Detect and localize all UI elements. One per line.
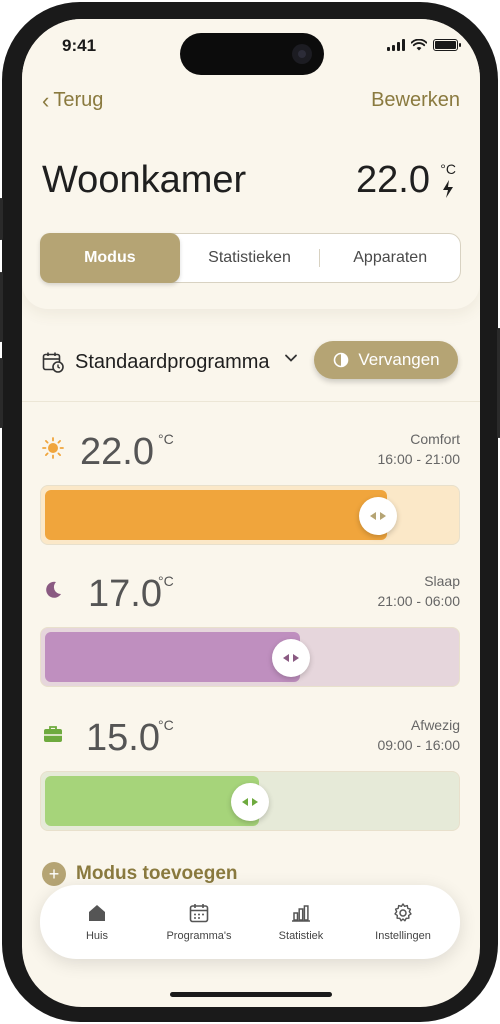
mode-temperature: 17.0 xyxy=(88,573,162,615)
program-row: Standaardprogramma Vervangen xyxy=(22,341,480,387)
status-time: 9:41 xyxy=(62,36,97,55)
status-icons xyxy=(387,39,461,51)
mode-time: 21:00 - 06:00 xyxy=(377,593,460,609)
bolt-icon xyxy=(443,180,453,198)
briefcase-icon xyxy=(44,726,62,742)
camera-icon xyxy=(292,44,312,64)
mode-slider-fill xyxy=(45,632,300,682)
slider-handle[interactable] xyxy=(272,639,310,677)
mode-slider-fill xyxy=(45,490,387,540)
tab-apparaten[interactable]: Apparaten xyxy=(320,234,460,282)
screen: 9:41 ‹ Terug Bewerken Woonkamer 22.0 °C xyxy=(22,19,480,1007)
dynamic-island xyxy=(180,33,324,75)
mode-time: 09:00 - 16:00 xyxy=(377,737,460,753)
mode-time: 16:00 - 21:00 xyxy=(377,451,460,467)
tab-programmas[interactable]: Programma's xyxy=(149,902,249,942)
mode-name: Comfort xyxy=(410,431,460,447)
phone-frame: 9:41 ‹ Terug Bewerken Woonkamer 22.0 °C xyxy=(0,2,500,1022)
mode-slider-fill xyxy=(45,776,259,826)
sun-icon xyxy=(42,437,64,459)
left-right-arrows-icon xyxy=(283,654,299,662)
battery-icon xyxy=(433,39,461,51)
back-label: Terug xyxy=(53,89,104,111)
room-temperature: 22.0 xyxy=(356,159,430,201)
home-icon xyxy=(89,905,105,921)
tab-label: Instellingen xyxy=(375,930,431,942)
home-indicator[interactable] xyxy=(170,992,332,997)
replace-button[interactable]: Vervangen xyxy=(314,341,458,379)
tab-huis[interactable]: Huis xyxy=(47,902,147,942)
chevron-left-icon: ‹ xyxy=(42,87,50,113)
contrast-icon xyxy=(334,352,349,368)
mode-card-afwezig: 15.0 °C Afwezig 09:00 - 16:00 xyxy=(22,709,480,849)
program-dropdown[interactable]: Standaardprogramma xyxy=(75,351,270,374)
mode-unit: °C xyxy=(158,431,174,447)
mode-slider-track[interactable] xyxy=(40,485,460,545)
mode-card-comfort: 22.0 °C Comfort 16:00 - 21:00 xyxy=(22,423,480,563)
gear-icon xyxy=(394,903,412,922)
mode-temperature: 22.0 xyxy=(80,431,154,473)
mode-slider-track[interactable] xyxy=(40,771,460,831)
signal-icon xyxy=(387,39,405,51)
mode-name: Slaap xyxy=(424,573,460,589)
tab-label: Programma's xyxy=(166,930,232,942)
back-button[interactable]: ‹ Terug xyxy=(42,89,103,112)
edit-button[interactable]: Bewerken xyxy=(371,89,460,112)
calendar-icon xyxy=(189,904,209,923)
tab-statistiek[interactable]: Statistiek xyxy=(251,902,351,942)
plus-icon: + xyxy=(42,862,66,886)
mode-unit: °C xyxy=(158,573,174,589)
room-title: Woonkamer xyxy=(42,159,247,201)
mode-slider-track[interactable] xyxy=(40,627,460,687)
volume-down-button xyxy=(0,358,3,428)
add-mode-label: Modus toevoegen xyxy=(76,863,238,884)
volume-up-button xyxy=(0,272,3,342)
segmented-control: Modus Statistieken Apparaten xyxy=(40,232,461,283)
replace-label: Vervangen xyxy=(358,350,440,369)
mode-card-slaap: 17.0 °C Slaap 21:00 - 06:00 xyxy=(22,565,480,705)
tab-statistieken[interactable]: Statistieken xyxy=(180,234,320,282)
chevron-down-icon[interactable] xyxy=(284,351,298,365)
left-right-arrows-icon xyxy=(370,512,386,520)
add-mode-button[interactable]: + Modus toevoegen xyxy=(42,862,238,886)
tab-instellingen[interactable]: Instellingen xyxy=(353,902,453,942)
moon-icon xyxy=(46,581,61,598)
slider-handle[interactable] xyxy=(231,783,269,821)
bottom-tab-bar: Huis Programma's Statistiek Instellingen xyxy=(40,885,460,959)
mode-temperature: 15.0 xyxy=(86,717,160,759)
wifi-icon xyxy=(411,39,427,51)
status-bar: 9:41 xyxy=(22,19,480,75)
room-temperature-unit: °C xyxy=(440,161,456,177)
divider xyxy=(22,401,480,402)
tab-label: Statistiek xyxy=(278,930,324,942)
slider-handle[interactable] xyxy=(359,497,397,535)
mode-unit: °C xyxy=(158,717,174,733)
calendar-clock-icon xyxy=(42,352,64,373)
mute-switch xyxy=(0,198,3,240)
mode-name: Afwezig xyxy=(410,717,460,733)
left-right-arrows-icon xyxy=(242,798,258,806)
bar-chart-icon xyxy=(292,905,310,922)
tab-label: Huis xyxy=(85,930,108,942)
tab-modus[interactable]: Modus xyxy=(40,232,180,283)
